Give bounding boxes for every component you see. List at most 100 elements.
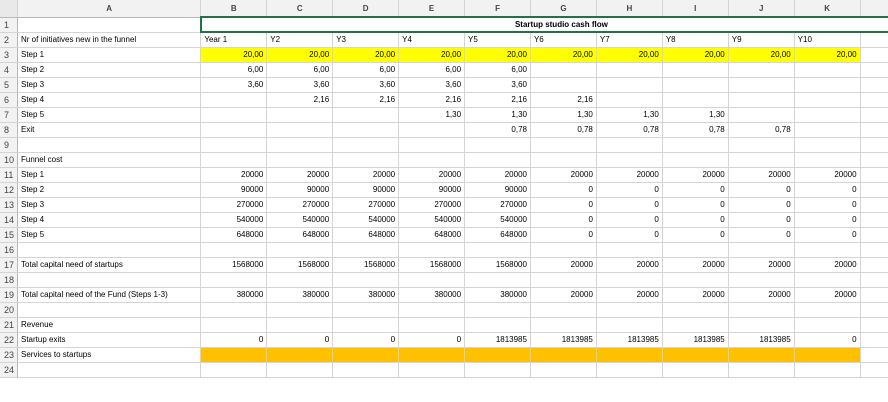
row-header[interactable]: 15: [0, 227, 18, 243]
value-cell[interactable]: 20,00: [794, 47, 861, 63]
empty-cell[interactable]: [266, 242, 334, 258]
empty-cell[interactable]: [398, 272, 466, 288]
row-header[interactable]: 1: [0, 17, 18, 33]
value-cell[interactable]: 380000: [266, 287, 334, 303]
empty-cell[interactable]: [728, 92, 795, 108]
value-cell[interactable]: 0: [728, 212, 795, 228]
value-cell[interactable]: 20000: [794, 257, 861, 273]
row-label-cell[interactable]: Nr of initiatives new in the funnel: [17, 32, 202, 48]
value-cell[interactable]: 3,60: [398, 77, 466, 93]
empty-cell[interactable]: [794, 62, 861, 78]
value-cell[interactable]: 1,30: [464, 107, 531, 123]
row-label-cell[interactable]: Startup exits: [17, 332, 202, 348]
value-cell[interactable]: 0: [728, 227, 795, 243]
empty-cell[interactable]: [860, 362, 888, 378]
row-header[interactable]: 6: [0, 92, 18, 108]
empty-cell[interactable]: [530, 152, 597, 168]
value-cell[interactable]: 270000: [266, 197, 334, 213]
empty-cell[interactable]: [794, 152, 861, 168]
value-cell[interactable]: 3,60: [266, 77, 334, 93]
empty-cell[interactable]: [200, 152, 268, 168]
value-cell[interactable]: 0: [794, 182, 861, 198]
empty-cell[interactable]: [530, 62, 597, 78]
empty-cell[interactable]: [794, 302, 861, 318]
value-cell[interactable]: 20,00: [266, 47, 334, 63]
value-cell[interactable]: 6,00: [266, 62, 334, 78]
empty-cell[interactable]: [596, 302, 663, 318]
empty-cell[interactable]: [728, 347, 795, 363]
empty-cell[interactable]: [464, 137, 531, 153]
empty-cell[interactable]: [200, 362, 268, 378]
empty-cell[interactable]: [860, 317, 888, 333]
value-cell[interactable]: 6,00: [332, 62, 400, 78]
row-header[interactable]: 8: [0, 122, 18, 138]
empty-cell[interactable]: [860, 347, 888, 363]
value-cell[interactable]: 20000: [794, 287, 861, 303]
row-label-cell[interactable]: Step 1: [17, 167, 202, 183]
empty-cell[interactable]: [596, 77, 663, 93]
value-cell[interactable]: 1813985: [596, 332, 663, 348]
empty-cell[interactable]: [860, 32, 888, 48]
value-cell[interactable]: 0: [530, 212, 597, 228]
row-label-cell[interactable]: Step 2: [17, 62, 202, 78]
empty-cell[interactable]: [530, 347, 597, 363]
value-cell[interactable]: 20000: [266, 167, 334, 183]
empty-cell[interactable]: [794, 317, 861, 333]
row-label-cell[interactable]: Step 2: [17, 182, 202, 198]
row-header[interactable]: 17: [0, 257, 18, 273]
value-cell[interactable]: 0: [200, 332, 268, 348]
empty-cell[interactable]: [728, 272, 795, 288]
value-cell[interactable]: 2,16: [332, 92, 400, 108]
value-cell[interactable]: 20000: [794, 167, 861, 183]
row-header[interactable]: 13: [0, 197, 18, 213]
row-label-cell[interactable]: Step 4: [17, 92, 202, 108]
value-cell[interactable]: Y6: [530, 32, 597, 48]
value-cell[interactable]: 270000: [464, 197, 531, 213]
value-cell[interactable]: Y7: [596, 32, 663, 48]
empty-cell[interactable]: [596, 272, 663, 288]
empty-cell[interactable]: [860, 62, 888, 78]
value-cell[interactable]: 20,00: [464, 47, 531, 63]
value-cell[interactable]: 20,00: [398, 47, 466, 63]
value-cell[interactable]: 648000: [464, 227, 531, 243]
sheet-title-cell[interactable]: Startup studio cash flow: [199, 16, 888, 33]
value-cell[interactable]: 20000: [464, 167, 531, 183]
empty-cell[interactable]: [530, 77, 597, 93]
empty-cell[interactable]: [332, 107, 400, 123]
value-cell[interactable]: Y10: [794, 32, 861, 48]
column-header-j[interactable]: J: [728, 0, 795, 18]
row-header[interactable]: 10: [0, 152, 18, 168]
value-cell[interactable]: 0: [728, 197, 795, 213]
value-cell[interactable]: 540000: [200, 212, 268, 228]
row-header[interactable]: 2: [0, 32, 18, 48]
empty-cell[interactable]: [200, 347, 268, 363]
value-cell[interactable]: 90000: [332, 182, 400, 198]
empty-cell[interactable]: [464, 272, 531, 288]
row-header[interactable]: 22: [0, 332, 18, 348]
empty-cell[interactable]: [860, 212, 888, 228]
row-label-cell[interactable]: Step 3: [17, 197, 202, 213]
value-cell[interactable]: 90000: [464, 182, 531, 198]
empty-cell[interactable]: [266, 152, 334, 168]
empty-cell[interactable]: [794, 92, 861, 108]
value-cell[interactable]: 380000: [200, 287, 268, 303]
empty-cell[interactable]: [464, 152, 531, 168]
row-header[interactable]: 24: [0, 362, 18, 378]
empty-cell[interactable]: [530, 272, 597, 288]
value-cell[interactable]: 20000: [728, 257, 795, 273]
empty-cell[interactable]: [200, 122, 268, 138]
column-header-c[interactable]: C: [266, 0, 334, 18]
value-cell[interactable]: 20000: [728, 167, 795, 183]
row-header[interactable]: 4: [0, 62, 18, 78]
value-cell[interactable]: 1813985: [728, 332, 795, 348]
empty-cell[interactable]: [662, 272, 729, 288]
empty-cell[interactable]: [266, 107, 334, 123]
empty-cell[interactable]: [794, 347, 861, 363]
empty-cell[interactable]: [794, 272, 861, 288]
select-all-corner[interactable]: [0, 0, 18, 18]
value-cell[interactable]: 1568000: [332, 257, 400, 273]
empty-cell[interactable]: [662, 362, 729, 378]
value-cell[interactable]: Y5: [464, 32, 531, 48]
value-cell[interactable]: 2,16: [266, 92, 334, 108]
empty-cell[interactable]: [530, 137, 597, 153]
